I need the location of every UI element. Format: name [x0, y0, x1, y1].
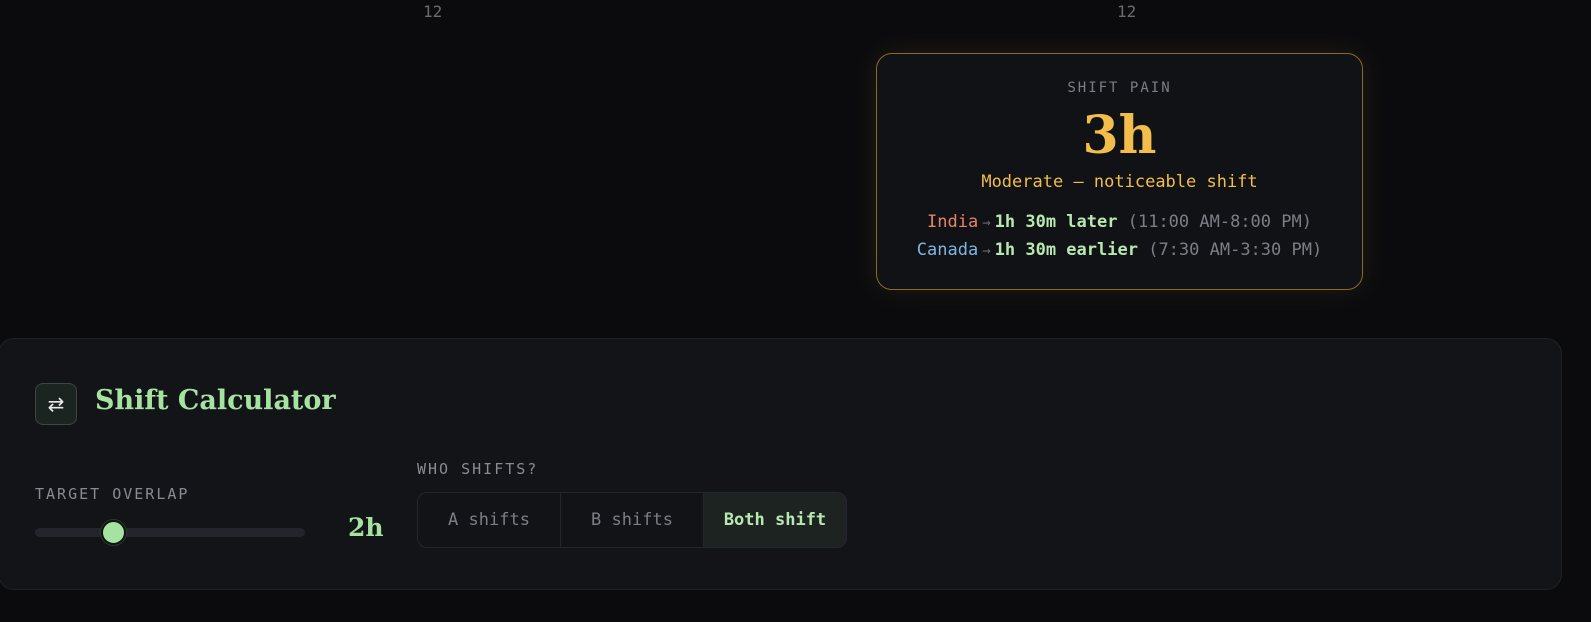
shift-pain-description: Moderate — noticeable shift	[981, 172, 1258, 192]
option-b-shifts[interactable]: B shifts	[561, 493, 704, 547]
shift-amount-a: 1h 30m later	[994, 212, 1118, 232]
shift-detail-a: India → 1h 30m later (11:00 AM-8:00 PM)	[877, 212, 1362, 232]
calculator-title: Shift Calculator	[95, 385, 336, 416]
who-shifts-label: WHO SHIFTS?	[417, 460, 539, 478]
shift-amount-b: 1h 30m earlier	[994, 240, 1138, 260]
option-both-shift[interactable]: Both shift	[704, 493, 846, 547]
target-overlap-slider[interactable]	[35, 520, 305, 545]
swap-arrows-icon: ⇄	[35, 383, 77, 425]
shift-calculator-panel: ⇄ Shift Calculator TARGET OVERLAP 2h WHO…	[0, 338, 1562, 590]
shift-range-a: (11:00 AM-8:00 PM)	[1127, 212, 1312, 232]
who-shifts-segmented-control: A shifts B shifts Both shift	[417, 492, 847, 548]
slider-thumb[interactable]	[101, 520, 127, 545]
timeline-tick-label: 12	[423, 2, 443, 21]
arrow-right-icon: →	[982, 215, 991, 231]
person-a-name: India	[927, 212, 979, 232]
timeline-tick-label: 12	[1117, 2, 1137, 21]
arrow-right-icon: →	[982, 243, 991, 259]
shift-pain-value: 3h	[1082, 105, 1157, 166]
shift-range-b: (7:30 AM-3:30 PM)	[1148, 240, 1323, 260]
target-overlap-label: TARGET OVERLAP	[35, 485, 190, 503]
target-overlap-value: 2h	[348, 513, 384, 542]
shift-detail-b: Canada → 1h 30m earlier (7:30 AM-3:30 PM)	[877, 240, 1362, 260]
shift-pain-label: SHIFT PAIN	[1067, 80, 1172, 96]
person-b-name: Canada	[916, 240, 979, 260]
shift-pain-card: SHIFT PAIN 3h Moderate — noticeable shif…	[876, 53, 1363, 290]
option-a-shifts[interactable]: A shifts	[418, 493, 561, 547]
